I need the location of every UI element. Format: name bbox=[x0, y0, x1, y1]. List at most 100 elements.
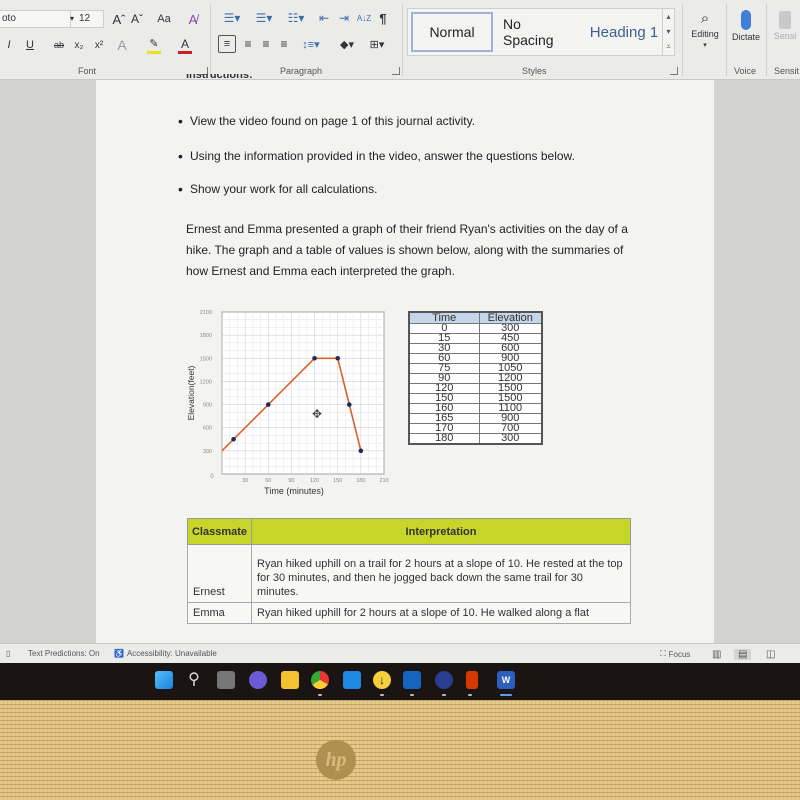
bullet-item: Show your work for all calculations. bbox=[178, 181, 377, 197]
status-bar: ▯ Text Predictions: On ♿ Accessibility: U… bbox=[0, 643, 800, 663]
document-page[interactable]: Instructions: View the video found on pa… bbox=[96, 74, 714, 643]
outlook-icon[interactable] bbox=[403, 671, 421, 689]
task-view-icon[interactable] bbox=[217, 671, 235, 689]
cursor-move-icon: ✥ bbox=[312, 407, 322, 421]
teams-chat-icon[interactable] bbox=[249, 671, 267, 689]
web-layout-icon: ◫ bbox=[766, 649, 776, 660]
word-icon[interactable]: W bbox=[497, 671, 515, 689]
active-indicator bbox=[500, 694, 512, 696]
interpretation-cell: Ryan hiked uphill for 2 hours at a slope… bbox=[251, 602, 631, 624]
styles-scrollbar[interactable]: ▴ ▾ ⩡ bbox=[662, 9, 674, 55]
running-indicator bbox=[442, 694, 446, 696]
strikethrough-button[interactable]: ab bbox=[52, 37, 66, 53]
subscript-button[interactable]: x₂ bbox=[73, 37, 85, 53]
office-icon[interactable] bbox=[466, 671, 478, 689]
mail-icon[interactable] bbox=[343, 671, 361, 689]
read-mode-button[interactable]: ▥ bbox=[712, 649, 721, 660]
start-icon[interactable] bbox=[155, 671, 173, 689]
underline-button[interactable]: U bbox=[22, 37, 38, 53]
search-icon: ⌕ bbox=[700, 10, 710, 27]
dictate-button[interactable]: Dictate bbox=[729, 2, 763, 50]
sort-button[interactable]: A↓Z bbox=[356, 9, 372, 27]
align-right-button[interactable]: ≡ bbox=[258, 35, 274, 53]
chevron-up-icon[interactable]: ▴ bbox=[666, 12, 670, 21]
change-case-button[interactable]: Aa bbox=[152, 10, 176, 28]
read-mode-icon: ▥ bbox=[712, 649, 722, 660]
data-point bbox=[265, 402, 271, 407]
chevron-down-icon[interactable]: ▾ bbox=[666, 27, 670, 36]
screen: oto▾ 12▾ Aˆ Aˇ Aa A̸ I U ab x₂ x² A ✎ A … bbox=[0, 0, 800, 800]
borders-icon: ⊞▾ bbox=[369, 38, 385, 51]
separator bbox=[210, 4, 211, 76]
y-tick-labels: 300 600 900 1200 1500 1800 2100 bbox=[200, 310, 212, 455]
align-center-button[interactable]: ≡ bbox=[240, 35, 256, 53]
multilevel-list-button[interactable]: ☷▾ bbox=[282, 9, 310, 27]
decrease-indent-icon: ⇤ bbox=[318, 11, 330, 25]
align-left-icon: ≡ bbox=[223, 38, 231, 50]
sensitivity-button[interactable]: Sensi bbox=[768, 2, 800, 50]
time-cell: 180 bbox=[408, 433, 480, 445]
sensitivity-icon bbox=[779, 11, 791, 29]
table-row: 165 900 bbox=[408, 413, 543, 424]
bullets-button[interactable]: ☰▾ bbox=[218, 9, 246, 27]
accessibility-status[interactable]: ♿ Accessibility: Unavailable bbox=[114, 649, 217, 658]
line-spacing-button[interactable]: ↕≡▾ bbox=[298, 35, 324, 53]
italic-button[interactable]: I bbox=[4, 37, 14, 53]
font-size-box[interactable]: 12 ▾ bbox=[70, 10, 104, 28]
x-tick-label: 150 bbox=[333, 478, 342, 484]
interpretation-table: Classmate Interpretation Ernest Ryan hik… bbox=[187, 518, 631, 624]
align-left-button[interactable]: ≡ bbox=[218, 35, 236, 53]
table-row: 90 1200 bbox=[408, 373, 543, 384]
text-effects-button[interactable]: A bbox=[115, 36, 129, 54]
x-tick-labels: 30 60 90 120 150 180 210 bbox=[242, 478, 389, 484]
classmate-cell: Emma bbox=[187, 602, 252, 624]
page-view-icon[interactable]: ▯ bbox=[6, 649, 10, 658]
separator bbox=[726, 4, 727, 76]
align-center-icon: ≡ bbox=[244, 37, 252, 51]
x-tick-label: 180 bbox=[356, 478, 365, 484]
show-formatting-button[interactable]: ¶ bbox=[376, 9, 390, 27]
y-tick-label: 2100 bbox=[200, 310, 212, 316]
web-layout-button[interactable]: ◫ bbox=[766, 649, 775, 660]
data-point bbox=[346, 402, 352, 407]
grow-font-button[interactable]: Aˆ bbox=[112, 10, 126, 28]
style-no-spacing[interactable]: No Spacing bbox=[503, 12, 575, 52]
focus-button[interactable]: ⛶ Focus bbox=[660, 649, 690, 659]
table-row: 30 600 bbox=[408, 343, 543, 354]
chrome-icon[interactable] bbox=[311, 671, 329, 689]
justify-button[interactable]: ≡ bbox=[276, 35, 292, 53]
clear-formatting-button[interactable]: A̸ bbox=[186, 10, 200, 28]
borders-button[interactable]: ⊞▾ bbox=[364, 35, 390, 53]
search-icon[interactable]: ⚲ bbox=[185, 671, 203, 689]
data-point bbox=[312, 355, 317, 361]
chevron-down-icon: ▾ bbox=[703, 42, 707, 49]
bullet-item: Using the information provided in the vi… bbox=[178, 148, 575, 164]
microphone-icon bbox=[741, 10, 751, 30]
font-color-button[interactable]: A bbox=[178, 36, 192, 54]
highlight-button[interactable]: ✎ bbox=[147, 36, 161, 54]
more-styles-icon[interactable]: ⩡ bbox=[666, 42, 671, 52]
app-circle-icon[interactable] bbox=[435, 671, 453, 689]
elevation-cell: 300 bbox=[478, 433, 543, 445]
decrease-indent-button[interactable]: ⇤ bbox=[316, 9, 332, 27]
styles-dialog-launcher[interactable] bbox=[670, 67, 678, 75]
file-explorer-icon[interactable] bbox=[281, 671, 299, 689]
table-row: 150 1500 bbox=[408, 393, 543, 404]
numbering-button[interactable]: ☰▾ bbox=[250, 9, 278, 27]
paragraph-dialog-launcher[interactable] bbox=[392, 67, 400, 75]
editing-button[interactable]: ⌕ Editing ▾ bbox=[686, 2, 724, 57]
style-normal[interactable]: Normal bbox=[411, 12, 493, 52]
style-heading-1[interactable]: Heading 1 bbox=[584, 12, 664, 52]
x-axis-label: Time (minutes) bbox=[264, 486, 324, 496]
x-tick-label: 60 bbox=[265, 478, 271, 484]
hp-logo: hp bbox=[316, 740, 356, 780]
shading-button[interactable]: ◆▾ bbox=[334, 35, 360, 53]
shrink-font-button[interactable]: Aˇ bbox=[130, 10, 144, 28]
print-layout-button[interactable]: ▤ bbox=[734, 649, 752, 660]
increase-indent-button[interactable]: ⇥ bbox=[336, 9, 352, 27]
superscript-button[interactable]: x² bbox=[93, 37, 105, 53]
multilevel-list-icon: ☷▾ bbox=[287, 11, 305, 25]
download-icon[interactable]: ↓ bbox=[373, 671, 391, 689]
text-predictions-status[interactable]: Text Predictions: On bbox=[28, 649, 100, 658]
sensitivity-label: Sensi bbox=[773, 31, 797, 41]
